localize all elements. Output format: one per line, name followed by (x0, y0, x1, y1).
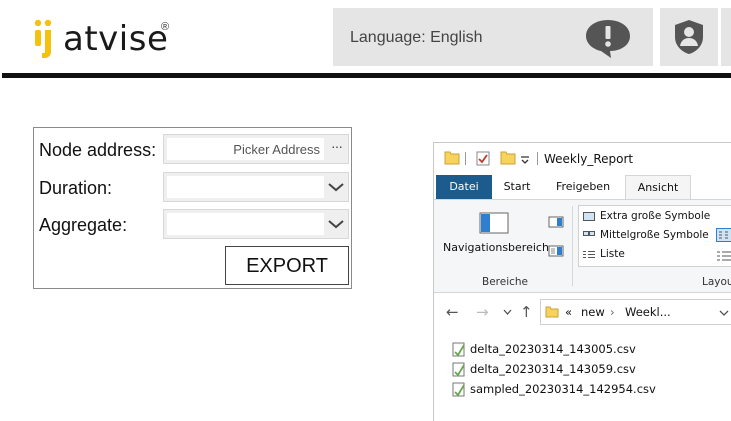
folder-icon (545, 306, 559, 318)
back-arrow-icon[interactable]: ← (446, 303, 459, 321)
window-title: Weekly_Report (544, 152, 634, 166)
file-name: delta_20230314_143005.csv (470, 342, 636, 356)
breadcrumb-separator: › (610, 305, 615, 319)
header-divider (2, 73, 731, 78)
picker-more-icon[interactable]: ··· (331, 138, 343, 154)
recent-locations-chevron-icon[interactable] (503, 309, 512, 316)
preview-pane-icon[interactable] (548, 216, 564, 228)
forward-arrow-icon[interactable]: → (476, 303, 489, 321)
layout-option-label: Mittelgroße Symbole (600, 229, 709, 241)
navigation-pane-icon[interactable] (479, 212, 509, 234)
csv-file-icon (452, 382, 465, 397)
aggregate-select[interactable] (163, 209, 349, 239)
ribbon-body: Navigationsbereich Bereiche Extra große … (434, 199, 731, 293)
duration-label: Duration: (39, 178, 113, 198)
ribbon-group-separator (572, 206, 573, 286)
list-view-icon (583, 250, 595, 258)
up-arrow-icon[interactable]: ↑ (520, 303, 533, 321)
logo-registered-mark: ® (161, 21, 170, 33)
details-view-icon[interactable] (716, 250, 731, 262)
ribbon-tabs: Datei Start Freigeben Ansicht (434, 175, 731, 199)
breadcrumb-weekly[interactable]: Weekl... (625, 305, 671, 319)
group-label-panes: Bereiche (482, 276, 529, 288)
breadcrumb-overflow[interactable]: « (565, 305, 572, 319)
tab-ansicht[interactable]: Ansicht (625, 175, 691, 199)
user-button[interactable] (660, 8, 718, 66)
new-folder-icon[interactable] (500, 151, 516, 165)
layout-option-label: Liste (600, 248, 625, 260)
address-dropdown-chevron-icon[interactable] (719, 310, 729, 317)
tab-datei[interactable]: Datei (436, 175, 492, 199)
address-bar[interactable]: « new › Weekl... (540, 299, 731, 325)
layout-option-medium[interactable]: Mittelgroße Symbole (583, 229, 709, 241)
layout-option-label: Extra große Symbole (600, 210, 711, 222)
node-address-label: Node address: (39, 140, 157, 160)
aggregate-label: Aggregate: (39, 215, 128, 235)
csv-file-icon (452, 362, 465, 377)
folder-icon (444, 151, 460, 165)
logo-mark-icon (34, 19, 52, 58)
export-form: Node address: Picker Address ··· Duratio… (33, 127, 352, 289)
quick-access-dropdown-icon[interactable] (520, 155, 530, 165)
user-shield-icon (675, 20, 703, 54)
file-explorer-window: Weekly_Report Datei Start Freigeben Ansi… (433, 142, 731, 421)
node-address-field[interactable]: Picker Address (167, 138, 324, 160)
logo-wordmark: atvise (63, 19, 169, 59)
layout-option-list[interactable]: Liste (583, 248, 625, 260)
group-label-layout: Layou (702, 276, 731, 288)
tab-freigeben[interactable]: Freigeben (549, 175, 617, 199)
medium-icons-icon (583, 230, 595, 236)
details-pane-icon[interactable] (548, 245, 564, 257)
duration-select[interactable] (163, 172, 349, 202)
titlebar-separator (465, 152, 466, 165)
duration-value (167, 176, 324, 198)
navigation-pane-button[interactable]: Navigationsbereich (443, 241, 549, 254)
titlebar-separator (537, 152, 538, 165)
layout-options-list: Extra große Symbole Mittelgroße Symbole … (578, 205, 731, 267)
explorer-titlebar: Weekly_Report (434, 143, 731, 175)
extra-large-icons-icon (583, 211, 595, 221)
layout-option-extra-large[interactable]: Extra große Symbole (583, 210, 710, 222)
breadcrumb-new[interactable]: new (581, 305, 605, 319)
small-icons-icon[interactable] (716, 228, 731, 242)
language-label: Language: English (350, 29, 483, 46)
csv-file-icon (452, 342, 465, 357)
aggregate-value (167, 213, 324, 235)
chevron-down-icon (328, 183, 344, 192)
export-button[interactable]: EXPORT (225, 246, 349, 285)
properties-icon[interactable] (476, 151, 490, 166)
address-bar-row: ← → ↑ « new › Weekl... (434, 293, 731, 331)
file-name: sampled_20230314_142954.csv (470, 382, 656, 396)
alert-bubble-icon[interactable] (583, 18, 633, 58)
node-address-picker[interactable]: Picker Address ··· (163, 134, 349, 164)
file-name: delta_20230314_143059.csv (470, 362, 636, 376)
chevron-down-icon (328, 220, 344, 229)
picker-address-text: Picker Address (233, 142, 320, 157)
header-extra-button[interactable] (721, 8, 731, 66)
tab-start[interactable]: Start (496, 175, 538, 199)
language-selector[interactable]: Language: English (333, 8, 653, 66)
